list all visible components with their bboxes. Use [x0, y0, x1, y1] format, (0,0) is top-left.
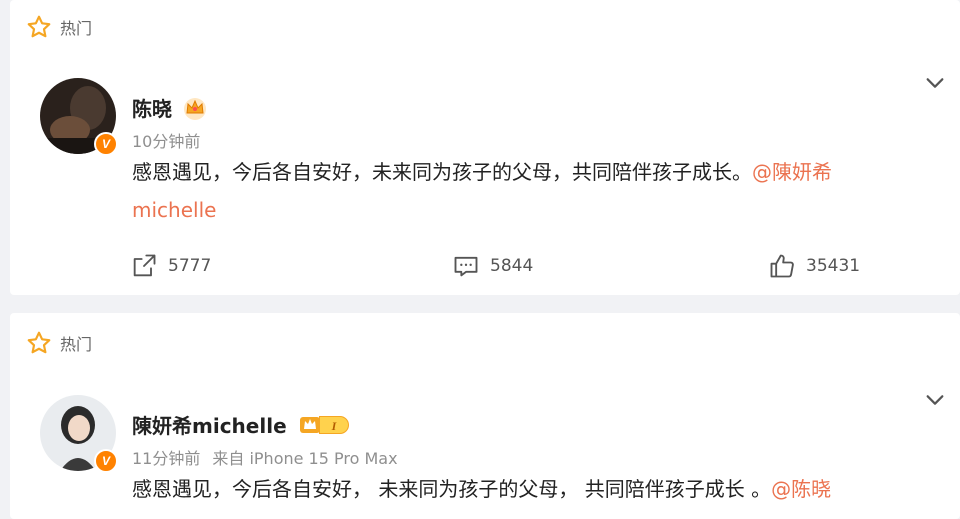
- post-body: 感恩遇见，今后各自安好，未来同为孩子的父母，共同陪伴孩子成长。: [132, 160, 752, 184]
- post-source: 来自 iPhone 15 Pro Max: [212, 449, 398, 468]
- hot-label: 热门: [60, 335, 93, 354]
- username[interactable]: 陳妍希michelle: [132, 410, 287, 439]
- chevron-down-icon[interactable]: [924, 389, 946, 411]
- post-meta: 11分钟前 来自 iPhone 15 Pro Max: [132, 445, 410, 469]
- repost-button[interactable]: 5777: [130, 252, 211, 280]
- verified-badge: V: [94, 449, 118, 473]
- membership-level-badge: I: [299, 415, 350, 435]
- post-meta: 10分钟前: [132, 128, 212, 152]
- like-icon: [770, 254, 794, 278]
- star-icon: [27, 15, 51, 38]
- mention-link-continued[interactable]: michelle: [132, 198, 216, 222]
- crown-icon: [299, 416, 320, 433]
- comment-button[interactable]: 5844: [452, 252, 533, 280]
- hot-tag: 热门: [26, 329, 92, 357]
- like-button[interactable]: 35431: [768, 252, 860, 280]
- post-text: 感恩遇见，今后各自安好， 未来同为孩子的父母， 共同陪伴孩子成长 。@陈晓: [132, 470, 892, 508]
- username[interactable]: 陈晓: [132, 93, 172, 122]
- hot-tag: 热门: [26, 13, 92, 41]
- comment-icon: [454, 256, 478, 277]
- mention-link[interactable]: @陈晓: [771, 477, 831, 501]
- avatar[interactable]: V: [40, 78, 118, 156]
- verified-badge: V: [94, 132, 118, 156]
- crown-icon: [184, 97, 206, 120]
- hot-label: 热门: [60, 19, 93, 38]
- star-icon: [27, 331, 51, 354]
- post-body: 感恩遇见，今后各自安好， 未来同为孩子的父母， 共同陪伴孩子成长 。: [132, 477, 772, 501]
- repost-icon: [133, 254, 156, 277]
- post-time[interactable]: 11分钟前: [132, 449, 200, 468]
- level-number: I: [318, 415, 350, 434]
- post-time[interactable]: 10分钟前: [132, 132, 200, 151]
- comment-count: 5844: [490, 256, 534, 276]
- repost-count: 5777: [168, 256, 212, 276]
- post-card: 热门 V 陈晓 10分钟前 感恩遇见，今后各自安好，未来同为孩子的父母，共同陪伴…: [10, 0, 960, 295]
- chevron-down-icon[interactable]: [924, 72, 946, 94]
- mention-link[interactable]: @陳妍希: [752, 160, 832, 184]
- like-count: 35431: [806, 256, 861, 276]
- post-card: 热门 V 陳妍希michelle I 11分钟前 来自 iPhone 15 Pro…: [10, 313, 960, 519]
- post-text: 感恩遇见，今后各自安好，未来同为孩子的父母，共同陪伴孩子成长。@陳妍希 mich…: [132, 153, 892, 229]
- avatar[interactable]: V: [40, 395, 118, 473]
